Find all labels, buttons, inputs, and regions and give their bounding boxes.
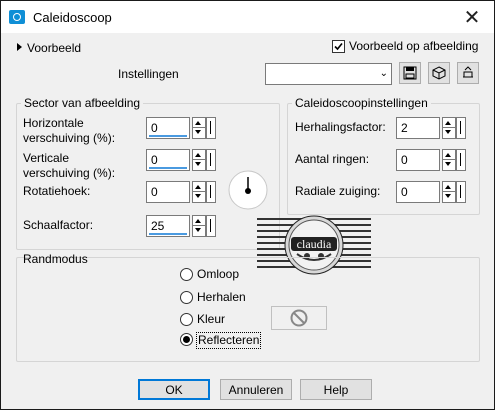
arrow-up-icon <box>445 121 451 125</box>
arrow-down-icon <box>445 194 451 198</box>
save-preset-button[interactable] <box>399 62 421 84</box>
rotation-input[interactable]: 0 <box>146 181 190 203</box>
arrow-up-icon <box>195 219 201 223</box>
settings-label: Instellingen <box>118 67 179 81</box>
repeat-input[interactable]: 2 <box>396 117 440 139</box>
edge-option-wrap-label: Omloop <box>197 267 240 281</box>
edge-option-repeat-radio[interactable] <box>180 291 193 304</box>
kaleidoscope-group-title: Caleidoscoopinstellingen <box>292 96 431 110</box>
scale-value: 25 <box>151 219 165 233</box>
settings-dropdown[interactable]: ⌄ <box>265 63 392 85</box>
vertical-offset-input[interactable]: 0 <box>146 149 190 171</box>
random-preset-button[interactable] <box>428 62 450 84</box>
camera-icon <box>9 10 25 24</box>
horizontal-offset-input[interactable]: 0 <box>146 117 190 139</box>
edge-option-reflect-radio[interactable] <box>180 333 193 346</box>
scale-label: Schaalfactor: <box>23 218 94 232</box>
radial-input[interactable]: 0 <box>396 181 440 203</box>
window-title: Caleidoscoop <box>33 10 112 25</box>
radial-stepper[interactable] <box>442 181 456 203</box>
rings-reset[interactable] <box>456 149 466 171</box>
edge-option-wrap-radio[interactable] <box>180 268 193 281</box>
rings-stepper[interactable] <box>442 149 456 171</box>
help-button[interactable]: Help <box>300 379 372 400</box>
edge-option-repeat-label: Herhalen <box>197 290 246 304</box>
rotation-value: 0 <box>151 185 158 199</box>
ok-button[interactable]: OK <box>138 379 210 400</box>
preview-toggle-label: Voorbeeld <box>27 41 82 55</box>
rings-value: 0 <box>401 153 408 167</box>
vertical-offset-stepper[interactable] <box>192 149 206 171</box>
arrow-up-icon <box>445 153 451 157</box>
arrow-up-icon <box>195 185 201 189</box>
edge-mode-title: Randmodus <box>23 252 88 266</box>
radial-value: 0 <box>401 185 408 199</box>
scale-reset[interactable] <box>206 215 216 237</box>
radial-reset[interactable] <box>456 181 466 203</box>
arrow-down-icon <box>195 228 201 232</box>
rings-input[interactable]: 0 <box>396 149 440 171</box>
arrow-down-icon <box>445 130 451 134</box>
vertical-offset-label: Verticale verschuiving (%): <box>23 151 116 180</box>
rotation-reset[interactable] <box>206 181 216 203</box>
repeat-stepper[interactable] <box>442 117 456 139</box>
radial-label: Radiale zuiging: <box>295 184 381 198</box>
rotation-stepper[interactable] <box>192 181 206 203</box>
dialog-window: Caleidoscoop ✕ Voorbeeld Voorbeeld op af… <box>0 0 495 410</box>
triangle-right-icon <box>17 43 22 51</box>
horizontal-offset-reset[interactable] <box>206 117 216 139</box>
close-icon[interactable]: ✕ <box>450 1 494 33</box>
arrow-down-icon <box>195 162 201 166</box>
scale-input[interactable]: 25 <box>146 215 190 237</box>
horizontal-offset-value: 0 <box>151 121 158 135</box>
horizontal-offset-stepper[interactable] <box>192 117 206 139</box>
repeat-value: 2 <box>401 121 408 135</box>
reset-preset-button[interactable] <box>457 62 479 84</box>
dice-icon <box>432 66 446 80</box>
arrow-down-icon <box>445 162 451 166</box>
chevron-down-icon: ⌄ <box>379 68 388 79</box>
cancel-button[interactable]: Annuleren <box>220 379 292 400</box>
edge-color-swatch[interactable] <box>271 306 327 330</box>
watermark-text: claudia <box>297 237 332 251</box>
arrow-up-icon <box>445 185 451 189</box>
title-bar: Caleidoscoop ✕ <box>1 1 494 33</box>
checkmark-icon <box>334 42 343 51</box>
vertical-offset-reset[interactable] <box>206 149 216 171</box>
rotation-dial[interactable] <box>227 169 269 211</box>
horizontal-offset-label: Horizontale verschuiving (%): <box>23 116 116 145</box>
rings-label: Aantal ringen: <box>295 152 370 166</box>
preview-on-image-label: Voorbeeld op afbeelding <box>349 39 479 53</box>
repeat-label: Herhalingsfactor: <box>295 120 386 134</box>
scale-stepper[interactable] <box>192 215 206 237</box>
sector-group-title: Sector van afbeelding <box>21 96 144 110</box>
reset-icon <box>463 66 473 78</box>
preview-on-image-checkbox[interactable] <box>332 40 345 53</box>
floppy-disk-icon <box>403 66 417 80</box>
arrow-down-icon <box>195 194 201 198</box>
rotation-label: Rotatiehoek: <box>23 184 91 198</box>
edge-option-reflect-label: Reflecteren <box>196 332 262 349</box>
arrow-up-icon <box>195 121 201 125</box>
arrow-up-icon <box>195 153 201 157</box>
arrow-down-icon <box>195 130 201 134</box>
edge-option-color-radio[interactable] <box>180 313 193 326</box>
prohibited-icon <box>290 309 308 327</box>
vertical-offset-value: 0 <box>151 153 158 167</box>
edge-option-color-label: Kleur <box>197 312 226 326</box>
repeat-reset[interactable] <box>456 117 466 139</box>
